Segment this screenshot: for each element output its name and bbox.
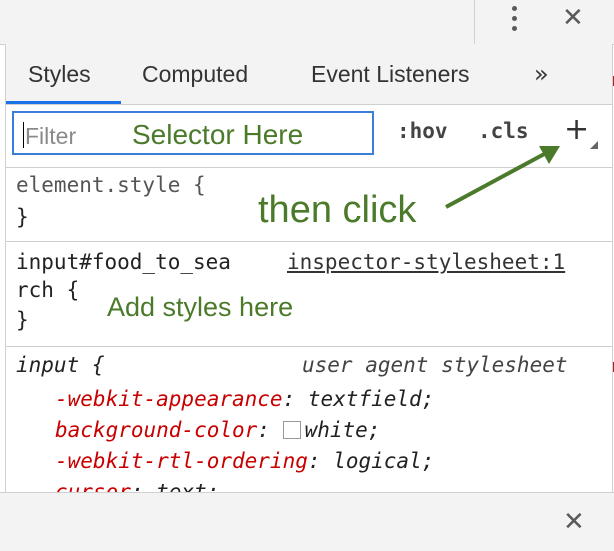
declaration-row: -webkit-rtl-ordering: logical; xyxy=(55,449,435,473)
property-name: cursor xyxy=(55,480,131,492)
plus-icon[interactable]: + xyxy=(564,115,589,145)
tab-computed[interactable]: Computed xyxy=(142,61,248,88)
annotation-add-styles-here: Add styles here xyxy=(107,292,294,322)
more-tabs-icon[interactable]: » xyxy=(534,60,549,88)
property-value: textfield; xyxy=(307,387,435,411)
rule-selector-line1[interactable]: input#food_to_sea xyxy=(16,250,231,274)
devtools-top-bar: ✕ xyxy=(0,0,614,45)
cls-button[interactable]: .cls xyxy=(478,119,529,143)
rule-element-style: element.style { } then click xyxy=(6,168,612,242)
kebab-menu-icon[interactable] xyxy=(503,4,527,34)
text-caret xyxy=(23,122,24,148)
close-icon[interactable]: ✕ xyxy=(562,5,584,31)
sidebar-tab-strip: Styles Computed Event Listeners » xyxy=(6,44,612,105)
filter-placeholder: Filter xyxy=(25,123,77,149)
drawer-bar: ✕ xyxy=(0,492,614,551)
declaration-row: background-color: white; xyxy=(55,418,381,442)
property-name: -webkit-appearance xyxy=(55,387,283,411)
rule-source-label: user agent stylesheet xyxy=(302,353,568,377)
tab-event-listeners[interactable]: Event Listeners xyxy=(311,61,470,88)
annotation-then-click: then click xyxy=(258,189,417,231)
rule-selector[interactable]: element.style { xyxy=(16,173,206,197)
declaration-row: -webkit-appearance: textfield; xyxy=(55,387,435,411)
styles-toolbar: Filter Selector Here :hov .cls + xyxy=(6,105,612,168)
rule-source-link[interactable]: inspector-stylesheet:1 xyxy=(287,250,565,274)
property-value: logical; xyxy=(333,449,435,473)
styles-panel: Styles Computed Event Listeners » Filter… xyxy=(5,44,613,492)
rule-selector: input { xyxy=(16,353,105,377)
rule-selector-line2[interactable]: rch { xyxy=(16,278,79,302)
active-tab-indicator xyxy=(6,101,121,104)
rule-close-brace: } xyxy=(16,205,29,229)
hov-button[interactable]: :hov xyxy=(397,119,448,143)
color-swatch-icon[interactable] xyxy=(282,421,301,439)
toolbar-separator xyxy=(474,0,475,44)
property-value: white; xyxy=(304,418,381,442)
annotation-selector-here: Selector Here xyxy=(132,119,304,150)
property-value: text; xyxy=(156,480,220,492)
rule-user-agent: input { user agent stylesheet -webkit-ap… xyxy=(6,347,612,492)
close-icon[interactable]: ✕ xyxy=(563,509,585,535)
plus-menu-corner-icon xyxy=(590,141,598,149)
rule-inspector-stylesheet: input#food_to_sea inspector-stylesheet:1… xyxy=(6,242,612,347)
rule-close-brace: } xyxy=(16,308,29,332)
declaration-row: cursor: text; xyxy=(55,480,219,492)
property-name: -webkit-rtl-ordering xyxy=(55,449,308,473)
filter-input[interactable]: Filter Selector Here xyxy=(12,111,374,155)
property-name: background-color xyxy=(55,418,258,442)
tab-styles[interactable]: Styles xyxy=(28,61,91,88)
